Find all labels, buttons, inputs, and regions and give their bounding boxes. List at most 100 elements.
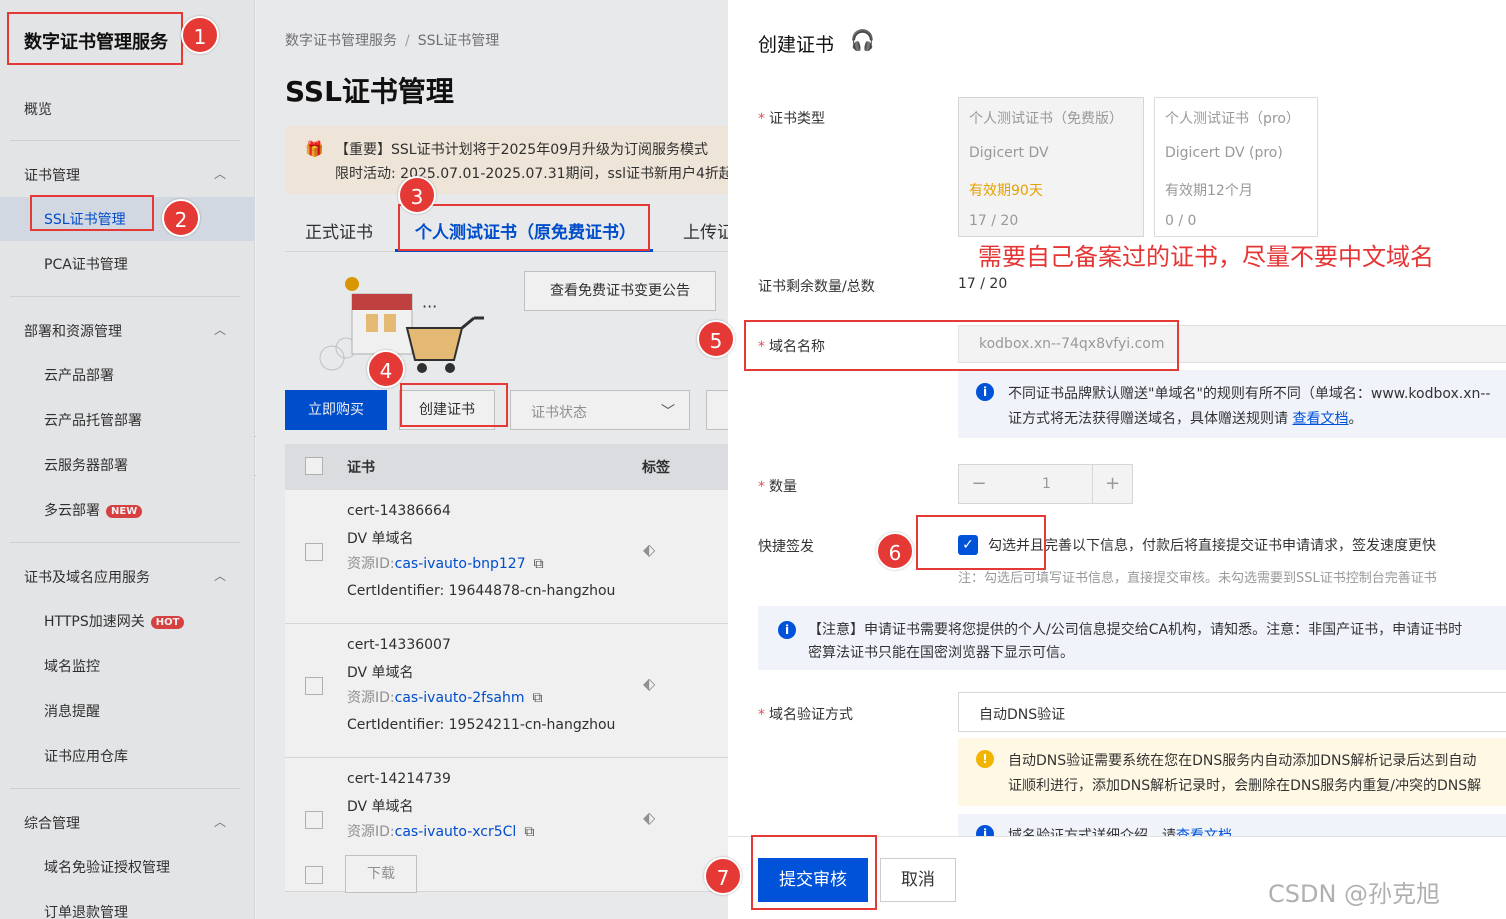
create-cert-button[interactable]: 创建证书 <box>399 390 495 430</box>
domain-value: kodbox.xn--74qx8vfyi.com <box>979 336 1165 352</box>
bulk-select-checkbox[interactable] <box>305 866 323 884</box>
quick-issue-note: 注：勾选后可填写证书信息，直接提交审核。未勾选需要到SSL证书控制台完善证书 <box>958 571 1437 586</box>
download-button[interactable]: 下载 <box>345 855 417 893</box>
svg-text:···: ··· <box>422 297 437 316</box>
sidebar-item-domain-monitor[interactable]: 域名监控 <box>44 656 100 676</box>
cert-status-select[interactable]: 证书状态 ﹀ <box>510 390 690 430</box>
chevron-up-icon: ︿ <box>213 323 226 337</box>
sidebar-item-notifications[interactable]: 消息提醒 <box>44 701 100 721</box>
sidebar-divider <box>10 296 240 297</box>
cancel-button[interactable]: 取消 <box>880 858 956 902</box>
domain-info-box: i 不同证书品牌默认赠送"单域名"的规则有所不同（单域名：www.kodbox.… <box>958 370 1506 438</box>
chevron-up-icon: ︿ <box>213 815 226 829</box>
submit-review-button[interactable]: 提交审核 <box>758 858 868 902</box>
sidebar-group-services[interactable]: 证书及域名应用服务 ︿ <box>24 567 230 587</box>
cert-tabs: 正式证书 个人测试证书（原免费证书） 上传证 <box>285 200 728 252</box>
domain-label: * 域名名称 <box>758 339 825 355</box>
chevron-up-icon: ︿ <box>213 569 226 583</box>
select-value: 自动DNS验证 <box>979 707 1066 723</box>
drawer-title: 创建证书 <box>758 34 835 56</box>
verify-method-label: * 域名验证方式 <box>758 707 853 723</box>
info-text: 不同证书品牌默认赠送"单域名"的规则有所不同（单域名：www.kodbox.xn… <box>1008 386 1491 402</box>
row-checkbox[interactable] <box>305 543 323 561</box>
card-brand: Digicert DV (pro) <box>1165 145 1283 161</box>
cert-card-free[interactable]: 个人测试证书（免费版） Digicert DV 有效期90天 17 / 20 <box>958 97 1144 237</box>
verify-method-select[interactable]: 自动DNS验证 <box>958 692 1506 732</box>
sidebar-item-cloud-deploy[interactable]: 云产品部署 <box>44 365 114 385</box>
card-brand: Digicert DV <box>969 145 1049 161</box>
card-validity: 有效期12个月 <box>1165 183 1253 199</box>
resource-id-link[interactable]: cas-ivauto-2fsahm <box>395 690 525 706</box>
cert-type: DV 单域名 <box>347 531 414 547</box>
tag-icon[interactable]: ⬖ <box>643 674 655 693</box>
sidebar: 数字证书管理服务 概览 证书管理 ︿ SSL证书管理 PCA证书管理 部署和资源… <box>0 0 255 919</box>
copy-icon[interactable]: ⧉ <box>534 556 544 572</box>
remain-value: 17 / 20 <box>958 276 1008 292</box>
sidebar-item-label: HTTPS加速网关 <box>44 614 145 630</box>
cert-card-pro[interactable]: 个人测试证书（pro） Digicert DV (pro) 有效期12个月 0 … <box>1154 97 1318 237</box>
quantity-label: * 数量 <box>758 479 797 495</box>
sidebar-item-overview[interactable]: 概览 <box>24 99 52 119</box>
sidebar-group-cert-management[interactable]: 证书管理 ︿ <box>24 165 230 185</box>
sidebar-group-general[interactable]: 综合管理 ︿ <box>24 813 230 833</box>
cert-name: cert-14214739 <box>347 771 451 787</box>
cert-type: DV 单域名 <box>347 799 414 815</box>
info-icon: i <box>778 621 796 639</box>
copy-icon[interactable]: ⧉ <box>524 824 534 840</box>
info-text: 证方式将无法获得赠送域名，具体赠送规则请 查看文档。 <box>1008 411 1363 427</box>
plus-icon[interactable]: + <box>1092 465 1132 503</box>
step-marker: 2 <box>162 199 200 237</box>
resource-id-link[interactable]: cas-ivauto-xcr5Cl <box>395 824 517 840</box>
quantity-value: 1 <box>1042 476 1051 492</box>
buy-now-button[interactable]: 立即购买 <box>285 390 387 430</box>
resource-id: 资源ID:cas-ivauto-xcr5Cl ⧉ <box>347 824 535 840</box>
tag-icon[interactable]: ⬖ <box>643 540 655 559</box>
sidebar-item-server-deploy[interactable]: 云服务器部署 <box>44 455 128 475</box>
cert-name: cert-14386664 <box>347 503 451 519</box>
resource-id: 资源ID:cas-ivauto-2fsahm ⧉ <box>347 690 543 706</box>
sidebar-active-highlight <box>0 197 255 241</box>
tab-upload-cert[interactable]: 上传证 <box>683 218 728 243</box>
sidebar-item-multicloud-deploy[interactable]: 多云部署 NEW <box>44 500 143 520</box>
quick-issue-checkbox[interactable]: ✓ <box>958 535 978 555</box>
sidebar-group-deploy[interactable]: 部署和资源管理 ︿ <box>24 321 230 341</box>
sidebar-item-domain-auth[interactable]: 域名免验证授权管理 <box>44 857 170 877</box>
quantity-stepper[interactable]: − 1 + <box>958 464 1133 504</box>
row-checkbox[interactable] <box>305 811 323 829</box>
resource-id-link[interactable]: cas-ivauto-bnp127 <box>395 556 526 572</box>
remain-label: 证书剩余数量/总数 <box>758 279 875 295</box>
sidebar-group-label: 证书及域名应用服务 <box>24 570 150 586</box>
tab-formal-cert[interactable]: 正式证书 <box>305 218 373 243</box>
sidebar-item-pca[interactable]: PCA证书管理 <box>44 254 128 274</box>
sidebar-item-refund[interactable]: 订单退款管理 <box>44 902 128 919</box>
select-all-checkbox[interactable] <box>305 457 323 475</box>
announcement-line: 【重要】SSL证书计划将于2025年09月升级为订阅服务模式 <box>335 142 709 158</box>
tag-icon[interactable]: ⬖ <box>643 808 655 827</box>
sidebar-item-cert-repo[interactable]: 证书应用仓库 <box>44 746 128 766</box>
notice-text: 密算法证书只能在国密浏览器下显示可信。 <box>808 645 1074 661</box>
card-validity: 有效期90天 <box>969 183 1043 199</box>
tab-personal-test-cert[interactable]: 个人测试证书（原免费证书） <box>415 218 636 243</box>
domain-input[interactable]: kodbox.xn--74qx8vfyi.com <box>958 325 1506 363</box>
step-marker: 4 <box>367 350 405 388</box>
headset-support-icon[interactable]: 🎧 <box>850 28 875 52</box>
sidebar-group-label: 综合管理 <box>24 816 80 832</box>
sidebar-item-https-gateway[interactable]: HTTPS加速网关 HOT <box>44 611 185 631</box>
notice-text: 【注意】申请证书需要将您提供的个人/公司信息提交给CA机构，请知悉。注意：非国产… <box>808 622 1463 638</box>
copy-icon[interactable]: ⧉ <box>532 690 542 706</box>
info-icon: i <box>976 383 994 401</box>
quick-issue-text: 勾选并且完善以下信息，付款后将直接提交证书申请请求，签发速度更快 <box>988 538 1436 554</box>
search-box[interactable] <box>706 390 728 430</box>
hot-badge: HOT <box>150 616 185 629</box>
view-change-notice-button[interactable]: 查看免费证书变更公告 <box>524 271 716 311</box>
minus-icon[interactable]: − <box>959 465 999 503</box>
watermark: CSDN @孙克旭 <box>1268 880 1441 908</box>
sidebar-item-ssl[interactable]: SSL证书管理 <box>44 209 126 229</box>
card-name: 个人测试证书（免费版） <box>969 111 1123 127</box>
breadcrumb-item[interactable]: 数字证书管理服务 <box>285 33 397 49</box>
sidebar-item-hosted-deploy[interactable]: 云产品托管部署 <box>44 410 142 430</box>
sidebar-divider <box>10 788 240 789</box>
row-checkbox[interactable] <box>305 677 323 695</box>
new-badge: NEW <box>106 505 143 518</box>
view-docs-link[interactable]: 查看文档 <box>1292 411 1348 427</box>
